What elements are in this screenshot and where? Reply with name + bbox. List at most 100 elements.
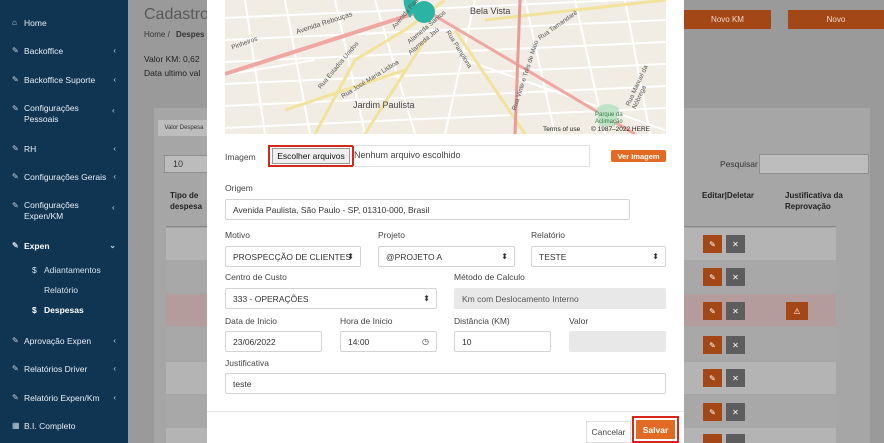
tab-valor-despesa[interactable]: Valor Despesa xyxy=(158,120,210,136)
sidebar-item-relatorios-driver[interactable]: ✎ Relatórios Driver ‹ xyxy=(0,364,128,374)
search-input[interactable] xyxy=(759,154,869,174)
map-label: Bela Vista xyxy=(470,6,511,16)
edit-icon: ✎ xyxy=(12,104,19,113)
edit-icon: ✎ xyxy=(12,46,19,55)
delete-button[interactable]: ✕ xyxy=(726,336,745,354)
edit-icon: ✎ xyxy=(709,306,716,316)
dollar-icon: $ xyxy=(32,305,37,315)
chevron-left-icon: ‹ xyxy=(113,144,116,153)
edit-icon: ✎ xyxy=(12,172,19,181)
sidebar-item-label: Aprovação Expen xyxy=(24,336,92,346)
modal-footer-divider xyxy=(207,411,684,412)
origem-input[interactable]: Avenida Paulista, São Paulo - SP, 01310-… xyxy=(225,199,630,220)
edit-button[interactable]: ✎ xyxy=(703,369,722,387)
distancia-input[interactable]: 10 xyxy=(454,331,551,352)
sidebar-item-bi-completo[interactable]: ▦ B.I. Completo xyxy=(0,421,128,431)
column-header-justificativa[interactable]: Justificativa da Reprovação xyxy=(785,190,845,212)
warning-button[interactable]: ⚠ xyxy=(786,302,808,320)
home-icon: ⌂ xyxy=(12,18,17,27)
ver-imagem-button[interactable]: Ver Imagem xyxy=(611,150,666,162)
justificativa-input[interactable]: teste xyxy=(225,373,666,394)
hora-inicio-input[interactable]: 14:00 ◷ xyxy=(340,331,437,352)
edit-button[interactable]: ✎ xyxy=(703,268,722,286)
save-button[interactable]: Salvar xyxy=(636,420,675,439)
breadcrumb-current: Despes xyxy=(176,30,205,39)
sidebar-subitem-despesas[interactable]: $ Despesas xyxy=(32,305,84,315)
map-terms-link[interactable]: Terms of use xyxy=(543,126,580,133)
metodo-calculo-label: Método de Calculo xyxy=(454,272,525,282)
sidebar: ⌂ Home ✎ Backoffice ‹ ✎ Backoffice Supor… xyxy=(0,0,128,443)
cancel-button[interactable]: Cancelar xyxy=(586,421,631,443)
sidebar-subitem-label: Adiantamentos xyxy=(44,265,101,275)
sidebar-item-backoffice-suporte[interactable]: ✎ Backoffice Suporte ‹ xyxy=(0,75,128,85)
delete-button[interactable]: ✕ xyxy=(726,369,745,387)
sidebar-item-configuracoes-gerais[interactable]: ✎ Configurações Gerais ‹ xyxy=(0,172,128,182)
edit-button[interactable]: ✎ xyxy=(703,403,722,421)
edit-icon: ✎ xyxy=(12,201,19,210)
centro-custo-label: Centro de Custo xyxy=(225,272,287,282)
delete-button[interactable] xyxy=(726,434,745,443)
sidebar-item-relatorio-expen-km[interactable]: ✎ Relatório Expen/Km ‹ xyxy=(0,393,128,403)
distancia-label: Distância (KM) xyxy=(454,316,510,326)
edit-icon: ✎ xyxy=(12,144,19,153)
relatorio-select[interactable]: TESTE xyxy=(531,246,666,267)
column-header-editar[interactable]: Editar|Deletar xyxy=(702,190,754,201)
route-map[interactable]: Avenida Rebouças Avenida Paulista Alamed… xyxy=(225,0,666,134)
sidebar-item-rh[interactable]: ✎ RH ‹ xyxy=(0,144,128,154)
chart-icon: ▦ xyxy=(12,421,20,430)
valor-field xyxy=(569,331,666,352)
edit-button[interactable] xyxy=(703,434,722,443)
hora-inicio-label: Hora de Inicio xyxy=(340,316,393,326)
sidebar-subitem-label: Despesas xyxy=(44,305,84,315)
metodo-calculo-field: Km com Deslocamento Interno xyxy=(454,288,666,309)
sidebar-item-home[interactable]: ⌂ Home xyxy=(0,18,128,28)
centro-custo-select[interactable]: 333 - OPERAÇÕES xyxy=(225,288,437,309)
edit-icon: ✎ xyxy=(709,340,716,350)
delete-button[interactable]: ✕ xyxy=(726,302,745,320)
warning-icon: ⚠ xyxy=(793,306,801,316)
delete-button[interactable]: ✕ xyxy=(726,403,745,421)
delete-button[interactable]: ✕ xyxy=(726,235,745,253)
sidebar-subitem-relatorio[interactable]: Relatório xyxy=(32,285,78,295)
expense-modal: Avenida Rebouças Avenida Paulista Alamed… xyxy=(207,0,684,443)
edit-icon: ✎ xyxy=(709,239,716,249)
close-icon: ✕ xyxy=(732,407,739,417)
delete-button[interactable]: ✕ xyxy=(726,268,745,286)
data-ultimo-text: Data ultimo val xyxy=(144,68,201,78)
hora-inicio-value: 14:00 xyxy=(348,336,370,347)
edit-icon: ✎ xyxy=(709,407,716,417)
chevron-left-icon: ‹ xyxy=(112,203,115,212)
projeto-select[interactable]: @PROJETO A xyxy=(378,246,515,267)
file-input-box[interactable] xyxy=(353,145,590,167)
sidebar-item-backoffice[interactable]: ✎ Backoffice ‹ xyxy=(0,46,128,56)
sidebar-item-label: Configurações Pessoais xyxy=(24,103,79,124)
edit-button[interactable]: ✎ xyxy=(703,235,722,253)
sidebar-item-aprovacao-expen[interactable]: ✎ Aprovação Expen ‹ xyxy=(0,336,128,346)
chevron-left-icon: ‹ xyxy=(112,106,115,115)
chevron-left-icon: ‹ xyxy=(113,46,116,55)
column-header-tipo[interactable]: Tipo de despesa xyxy=(170,190,210,212)
map-label: Parque da Aclimação xyxy=(595,112,623,125)
sidebar-item-configuracoes-expen-km[interactable]: ✎ Configurações Expen/KM xyxy=(0,200,100,222)
sidebar-item-label: Configurações Expen/KM xyxy=(24,200,79,221)
edit-icon: ✎ xyxy=(12,393,19,402)
data-inicio-label: Data de Inicio xyxy=(225,316,277,326)
sidebar-item-configuracoes-pessoais[interactable]: ✎ Configurações Pessoais xyxy=(0,103,100,125)
motivo-select[interactable]: PROSPECÇÃO DE CLIENTES xyxy=(225,246,361,267)
novo-km-button[interactable]: Novo KM xyxy=(684,10,771,29)
file-upload-button[interactable]: Escolher arquivos xyxy=(268,145,354,167)
data-inicio-input[interactable]: 23/06/2022 xyxy=(225,331,322,352)
edit-button[interactable]: ✎ xyxy=(703,336,722,354)
valor-label: Valor xyxy=(569,316,589,326)
close-icon: ✕ xyxy=(732,373,739,383)
page-size-select[interactable]: 10 xyxy=(164,155,208,173)
breadcrumb-home[interactable]: Home xyxy=(144,30,165,39)
dollar-icon: $ xyxy=(32,265,37,275)
novo-button[interactable]: Novo xyxy=(788,10,884,29)
edit-button[interactable]: ✎ xyxy=(703,302,722,320)
sidebar-item-label: Relatório Expen/Km xyxy=(24,393,100,403)
clock-icon[interactable]: ◷ xyxy=(422,337,429,346)
sidebar-item-expen[interactable]: ✎ Expen ⌄ xyxy=(0,241,128,251)
chevron-left-icon: ‹ xyxy=(113,393,116,402)
sidebar-subitem-adiantamentos[interactable]: $ Adiantamentos xyxy=(32,265,101,275)
